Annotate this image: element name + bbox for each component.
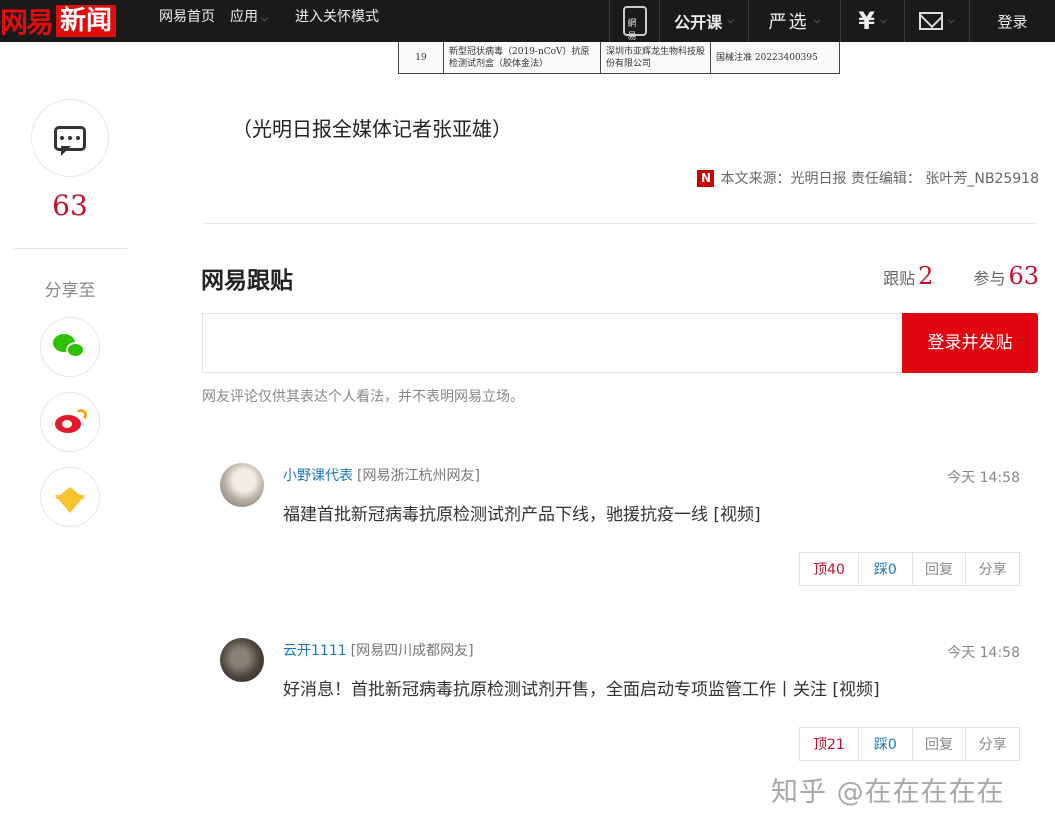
comment-disclaimer: 网友评论仅供其表达个人看法，并不表明网易立场。 bbox=[202, 389, 524, 405]
table-cell-reg-no: 国械注准 20223400395 bbox=[716, 52, 818, 63]
follow-label: 跟贴 bbox=[883, 269, 916, 288]
comments-title: 网易跟贴 bbox=[201, 268, 293, 294]
nav-home-link[interactable]: 网易首页 bbox=[159, 0, 215, 34]
top-nav-right: 網易 公开课 ⌵ 严选 ⌵ ¥ ⌵ ⌵ 登录 bbox=[609, 0, 1055, 42]
share-qzone-button[interactable] bbox=[40, 467, 100, 527]
comment-username[interactable]: 云开1111 bbox=[283, 643, 347, 659]
page: 网易 新闻 网易首页 应用 ⌵ 进入关怀模式 網易 公开课 ⌵ 严选 ⌵ ¥ ⌵ ⌵ bbox=[0, 0, 1055, 829]
nav-care-mode-link[interactable]: 进入关怀模式 bbox=[295, 0, 379, 34]
wechat-icon bbox=[53, 334, 87, 360]
phone-icon: 網易 bbox=[622, 6, 647, 42]
nav-apps-menu[interactable]: 应用 ⌵ bbox=[230, 0, 268, 34]
upvote-button[interactable]: 顶21 bbox=[800, 728, 859, 760]
follow-count: 2 bbox=[918, 262, 934, 290]
yanxuan-label: 严选 bbox=[768, 12, 809, 33]
logo-news-text: 新闻 bbox=[56, 5, 117, 37]
share-button[interactable]: 分享 bbox=[966, 553, 1019, 585]
top-nav-bar: 网易 新闻 网易首页 应用 ⌵ 进入关怀模式 網易 公开课 ⌵ 严选 ⌵ ¥ ⌵ ⌵ bbox=[0, 0, 1055, 42]
comments-stats: 跟贴 2 参与 63 bbox=[883, 262, 1039, 290]
zhihu-watermark: 知乎 @在在在在在 bbox=[771, 777, 1005, 808]
article-byline: （光明日报全媒体记者张亚雄） bbox=[232, 117, 512, 141]
comment-count-button[interactable] bbox=[31, 99, 109, 177]
share-to-label: 分享至 bbox=[44, 281, 96, 301]
article-source: N 本文来源：光明日报 责任编辑： 张叶芳_NB25918 bbox=[697, 168, 1039, 188]
share-wechat-button[interactable] bbox=[40, 317, 100, 377]
downvote-button[interactable]: 踩0 bbox=[859, 728, 913, 760]
comment-username[interactable]: 小野课代表 bbox=[283, 468, 353, 484]
reply-button[interactable]: 回复 bbox=[913, 728, 967, 760]
participate-count-stat[interactable]: 参与 63 bbox=[973, 262, 1039, 290]
login-and-post-button[interactable]: 登录并发贴 bbox=[902, 313, 1038, 373]
mobile-app-button[interactable]: 網易 bbox=[609, 0, 659, 42]
open-course-menu[interactable]: 公开课 ⌵ bbox=[659, 0, 748, 42]
logo-netease-text: 网易 bbox=[0, 6, 54, 39]
comment-user: 云开1111 [网易四川成都网友] bbox=[283, 640, 474, 660]
sidebar-divider bbox=[14, 248, 127, 249]
comment-item: 小野课代表 [网易浙江杭州网友] 今天 14:58 福建首批新冠病毒抗原检测试剂产… bbox=[220, 463, 1020, 588]
nav-apps-label: 应用 bbox=[230, 9, 258, 25]
comment-time: 今天 14:58 bbox=[947, 470, 1020, 486]
table-cell-product: 新型冠状病毒（2019-nCoV）抗原检测试剂盒（胶体金法） bbox=[444, 42, 601, 73]
avatar[interactable] bbox=[220, 638, 264, 682]
payment-menu[interactable]: ¥ ⌵ bbox=[840, 0, 904, 42]
open-course-label: 公开课 bbox=[674, 13, 723, 32]
comment-actions: 顶40 踩0 回复 分享 bbox=[799, 552, 1020, 586]
qzone-star-icon bbox=[55, 487, 85, 513]
comment-user: 小野课代表 [网易浙江杭州网友] bbox=[283, 465, 480, 485]
comment-input[interactable] bbox=[202, 313, 905, 373]
table-cell-no: 19 bbox=[399, 42, 444, 73]
chevron-down-icon: ⌵ bbox=[727, 16, 734, 26]
share-weibo-button[interactable] bbox=[40, 392, 100, 452]
article-source-text: 本文来源：光明日报 责任编辑： 张叶芳_NB25918 bbox=[720, 171, 1039, 187]
reply-button[interactable]: 回复 bbox=[913, 553, 967, 585]
weibo-icon bbox=[53, 409, 87, 435]
sidebar-comment-count[interactable]: 63 bbox=[30, 189, 110, 222]
mail-icon bbox=[919, 12, 944, 30]
comment-bubble-icon bbox=[54, 125, 86, 156]
netease-news-logo[interactable]: 网易 新闻 bbox=[0, 0, 117, 42]
chevron-down-icon: ⌵ bbox=[261, 14, 268, 24]
comment-item: 云开1111 [网易四川成都网友] 今天 14:58 好消息！首批新冠病毒抗原检测… bbox=[220, 638, 1020, 763]
mail-menu[interactable]: ⌵ bbox=[904, 0, 969, 42]
participate-label: 参与 bbox=[973, 269, 1006, 288]
chevron-down-icon: ⌵ bbox=[879, 16, 887, 26]
upvote-button[interactable]: 顶40 bbox=[800, 553, 859, 585]
yanxuan-menu[interactable]: 严选 ⌵ bbox=[748, 0, 840, 42]
article-divider bbox=[202, 223, 1038, 224]
login-link[interactable]: 登录 bbox=[969, 0, 1055, 42]
chevron-down-icon: ⌵ bbox=[813, 16, 821, 26]
phone-icon-label: 網易 bbox=[627, 19, 637, 42]
participate-count: 63 bbox=[1008, 262, 1039, 290]
table-cell-company: 深圳市亚辉龙生物科技股份有限公司 bbox=[601, 42, 711, 73]
avatar[interactable] bbox=[220, 463, 264, 507]
downvote-button[interactable]: 踩0 bbox=[859, 553, 913, 585]
article-table-image: 19 新型冠状病毒（2019-nCoV）抗原检测试剂盒（胶体金法） 深圳市亚辉龙… bbox=[398, 42, 840, 74]
comment-time: 今天 14:58 bbox=[947, 645, 1020, 661]
yuan-icon: ¥ bbox=[858, 7, 875, 35]
comment-location: [网易浙江杭州网友] bbox=[357, 468, 480, 484]
netease-n-icon: N bbox=[697, 169, 715, 187]
comment-location: [网易四川成都网友] bbox=[350, 643, 474, 659]
share-button[interactable]: 分享 bbox=[966, 728, 1019, 760]
login-label: 登录 bbox=[997, 12, 1028, 31]
chevron-down-icon: ⌵ bbox=[948, 16, 955, 26]
comment-actions: 顶21 踩0 回复 分享 bbox=[799, 727, 1020, 761]
comment-text: 好消息！首批新冠病毒抗原检测试剂开售，全面启动专项监管工作丨关注 [视频] bbox=[283, 680, 880, 700]
comment-text: 福建首批新冠病毒抗原检测试剂产品下线，驰援抗疫一线 [视频] bbox=[283, 505, 761, 525]
follow-count-stat[interactable]: 跟贴 2 bbox=[883, 262, 933, 290]
